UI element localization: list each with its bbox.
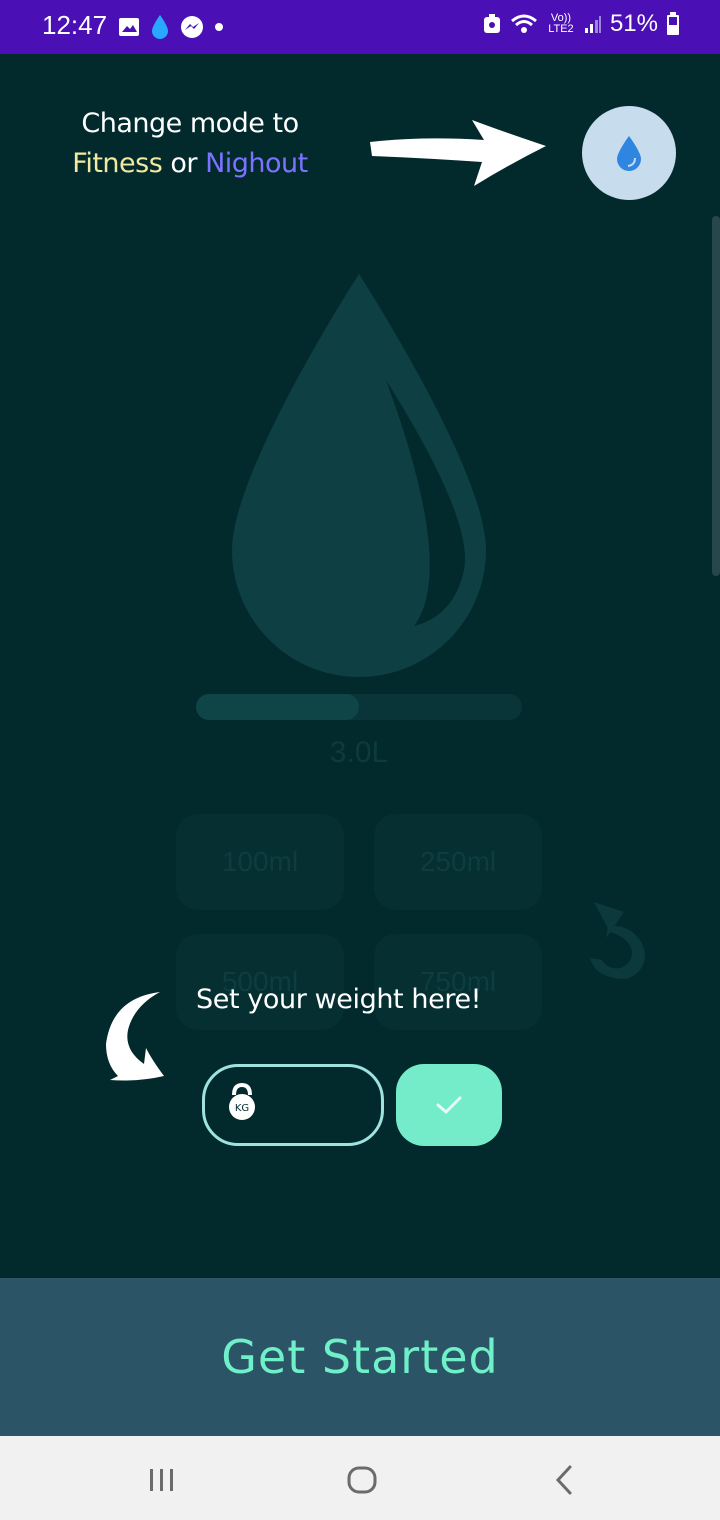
- system-nav-bar: [0, 1436, 720, 1520]
- kettlebell-icon: KG: [229, 1083, 255, 1120]
- network-label: Vo)) LTE2: [548, 12, 574, 35]
- water-level-drop-icon: [232, 274, 486, 677]
- status-notification-icons: [118, 14, 224, 40]
- messenger-icon: [181, 16, 203, 38]
- status-time: 12:47: [42, 10, 108, 40]
- app-screen: Change mode to Fitness or Nighout 3.0L 1…: [0, 54, 720, 1278]
- mode-hint-line2: Fitness or Nighout: [60, 144, 320, 184]
- mode-fitness-label: Fitness: [72, 148, 163, 179]
- amount-button-500[interactable]: 500ml: [176, 934, 344, 1030]
- status-bar: 12:47 Vo)) LTE2 51%: [0, 0, 720, 54]
- weight-input-group[interactable]: KG: [202, 1064, 384, 1146]
- undo-icon[interactable]: [584, 896, 662, 984]
- battery-percent: 51%: [609, 10, 658, 37]
- amount-button-100[interactable]: 100ml: [176, 814, 344, 910]
- wifi-icon: [510, 14, 537, 33]
- amount-button-250[interactable]: 250ml: [374, 814, 542, 910]
- arrow-curve-icon: [106, 992, 164, 1081]
- get-started-button[interactable]: Get Started: [0, 1278, 720, 1436]
- scrollbar[interactable]: [712, 216, 720, 576]
- mode-nightout-label: Nighout: [205, 148, 308, 179]
- recent-apps-button[interactable]: [132, 1460, 192, 1500]
- back-icon: [555, 1465, 572, 1495]
- water-progress-bar: [196, 694, 522, 720]
- signal-icon: [584, 16, 601, 33]
- status-system-icons: Vo)) LTE2 51%: [482, 10, 680, 38]
- water-drop-icon: [617, 136, 641, 171]
- water-progress-fill: [196, 694, 359, 720]
- dot-icon: [215, 23, 223, 31]
- mode-hint-line1: Change mode to: [81, 108, 299, 139]
- recent-apps-icon: [150, 1469, 173, 1491]
- home-button[interactable]: [332, 1460, 392, 1500]
- weight-input[interactable]: [269, 1081, 373, 1127]
- back-button[interactable]: [534, 1460, 594, 1500]
- confirm-weight-button[interactable]: [396, 1064, 502, 1146]
- water-drop-icon: [152, 15, 168, 39]
- mode-hint: Change mode to Fitness or Nighout: [60, 104, 320, 184]
- weight-prompt: Set your weight here!: [196, 984, 482, 1015]
- mode-connector: or: [170, 148, 197, 179]
- battery-icon: [667, 12, 679, 35]
- gallery-icon: [119, 18, 139, 36]
- amount-button-750[interactable]: 750ml: [374, 934, 542, 1030]
- goal-label: 3.0L: [329, 736, 389, 769]
- data-saver-icon: [483, 14, 500, 33]
- kettlebell-kg-text: KG: [235, 1103, 249, 1114]
- mode-toggle-button[interactable]: [582, 106, 676, 200]
- home-icon: [347, 1466, 377, 1494]
- check-icon: [436, 1096, 462, 1115]
- arrow-right-icon: [370, 120, 546, 186]
